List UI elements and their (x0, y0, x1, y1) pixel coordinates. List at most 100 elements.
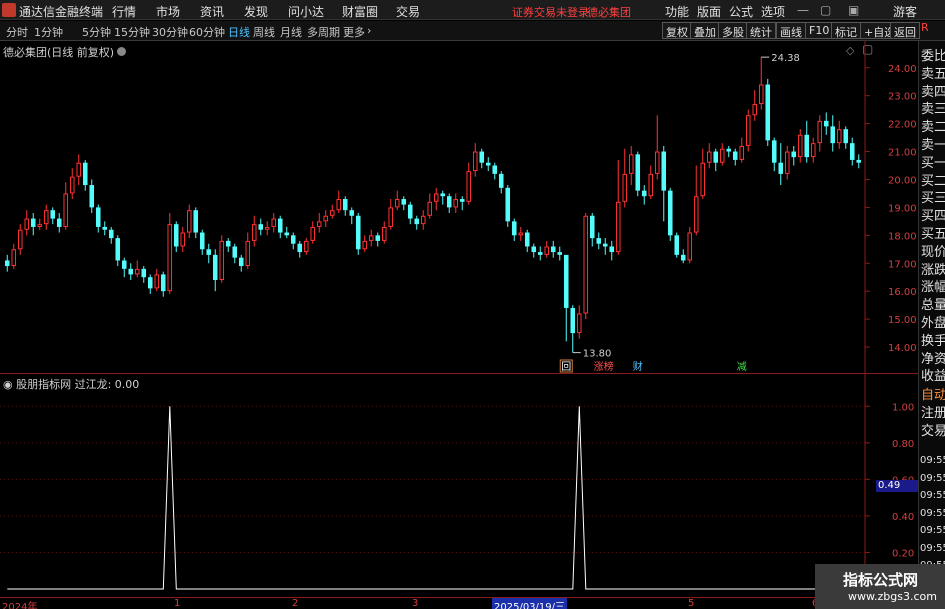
quote-panel-label[interactable]: 注册 (921, 402, 945, 421)
quote-panel-label[interactable]: 卖四 (921, 81, 945, 100)
app-title: 通达信金融终端 (19, 5, 104, 19)
indicator-tick-label: 0.80 (892, 439, 914, 450)
period-monthly[interactable]: 月线 (280, 24, 302, 40)
quote-panel-label[interactable]: 卖五 (921, 63, 945, 82)
date-label: 5 (688, 598, 695, 609)
price-tick-label: 16.00 (888, 287, 917, 298)
user-label[interactable]: 游客 (893, 3, 917, 20)
menu-layout[interactable]: 版面 (697, 3, 721, 20)
period-multi[interactable]: 多周期 (307, 24, 340, 40)
quote-panel-label[interactable]: 换手 (921, 330, 945, 349)
quote-panel-label[interactable]: 买五 (921, 223, 945, 242)
menu-wealth[interactable]: 财富圈 (342, 3, 378, 20)
quote-panel-label[interactable]: 买一 (921, 152, 945, 171)
draw-button[interactable]: 画线 (776, 22, 806, 39)
quote-panel-label[interactable]: 涨跌 (921, 259, 945, 278)
menu-market[interactable]: 市场 (156, 3, 180, 20)
candle-body-down (141, 268, 147, 278)
candle-body-down (4, 260, 10, 267)
candle-body-down (199, 232, 205, 250)
quote-panel-label[interactable]: 涨幅 (921, 276, 945, 295)
period-more[interactable]: 更多 (343, 24, 365, 40)
candle-body-up (17, 229, 23, 250)
event-marker[interactable]: 财 (633, 360, 643, 373)
candle-body-down (498, 173, 504, 188)
candle-body-down (635, 154, 641, 191)
period-30min[interactable]: 30分钟 (152, 24, 188, 40)
quote-panel-label[interactable]: 卖三 (921, 98, 945, 117)
minimize-icon[interactable]: — (797, 3, 809, 17)
quote-panel-label[interactable]: 外盘 (921, 312, 945, 331)
indicator-chart[interactable]: 1.000.800.600.400.20 (0, 374, 918, 597)
candle-body-down (563, 254, 569, 308)
period-60min[interactable]: 60分钟 (189, 24, 225, 40)
menu-news[interactable]: 资讯 (200, 3, 224, 20)
multi-stock-button[interactable]: 多股 (718, 22, 748, 39)
chevron-right-icon[interactable]: › (367, 24, 371, 37)
period-daily[interactable]: 日线 (228, 24, 250, 40)
menu-formula[interactable]: 公式 (729, 3, 753, 20)
event-marker[interactable]: 回 (561, 361, 571, 373)
candle-body-down (641, 190, 647, 197)
restore-icon[interactable]: ▣ (848, 3, 859, 17)
stats-button[interactable]: 统计 (746, 22, 776, 39)
candle-body-down (401, 199, 407, 205)
quote-panel-label[interactable]: 买四 (921, 205, 945, 224)
candle-body-up (433, 193, 439, 202)
maximize-icon[interactable]: ▢ (820, 3, 831, 17)
quote-panel-label[interactable]: 买三 (921, 187, 945, 206)
menu-options[interactable]: 选项 (761, 3, 785, 20)
candle-body-down (238, 257, 244, 267)
menu-function[interactable]: 功能 (665, 3, 689, 20)
price-tick-label: 20.00 (888, 175, 917, 186)
candle-body-up (37, 224, 43, 227)
candle-body-down (596, 238, 602, 244)
menu-trade[interactable]: 交易 (396, 3, 420, 20)
quote-panel-label[interactable]: 卖一 (921, 134, 945, 153)
candle-body-up (24, 218, 30, 230)
candle-body-up (219, 240, 225, 281)
event-marker[interactable]: 减 (737, 361, 747, 373)
quote-panel-label[interactable]: 交易 (921, 420, 945, 439)
period-1min[interactable]: 1分钟 (34, 24, 63, 40)
indicator-tick-label: 0.40 (892, 512, 914, 523)
candle-body-down (414, 218, 420, 225)
period-toolbar: 分时 1分钟 5分钟 15分钟 30分钟 60分钟 日线 周线 月线 多周期 更… (0, 21, 945, 41)
candle-body-up (251, 224, 257, 241)
menu-ask[interactable]: 问小达 (288, 3, 324, 20)
quote-panel-label[interactable]: 委比 (921, 45, 945, 64)
event-marker[interactable]: 涨榜 (594, 360, 614, 373)
period-weekly[interactable]: 周线 (253, 24, 275, 40)
candle-body-down (297, 243, 303, 253)
f10-button[interactable]: F10 (805, 22, 834, 39)
quote-panel-label[interactable]: 现价 (921, 241, 945, 260)
quote-panel-label[interactable]: 买二 (921, 170, 945, 189)
app-logo-icon (2, 3, 16, 17)
candle-body-down (407, 204, 413, 219)
quote-panel-label[interactable]: 自动 (921, 384, 945, 403)
mark-button[interactable]: 标记 (831, 22, 861, 39)
candle-body-down (50, 210, 56, 219)
candle-body-down (667, 190, 673, 236)
candlestick-chart[interactable]: 24.00 23.00 22.00 21.00 20.00 19.00 18.00 17.00… (0, 41, 918, 373)
period-5min[interactable]: 5分钟 (82, 24, 111, 40)
quote-panel-label[interactable]: 卖二 (921, 116, 945, 135)
candle-body-down (823, 120, 829, 127)
quote-panel-label[interactable]: 收益 (921, 365, 945, 384)
period-15min[interactable]: 15分钟 (114, 24, 150, 40)
menu-discover[interactable]: 发现 (244, 3, 268, 20)
period-timeshare[interactable]: 分时 (6, 24, 28, 40)
quote-panel-label[interactable]: 总量 (921, 294, 945, 313)
candle-body-down (108, 229, 114, 239)
candle-body-up (622, 173, 628, 202)
low-price-label: 13.80 (583, 349, 612, 360)
adjust-button[interactable]: 复权 (662, 22, 692, 39)
candle-body-down (557, 252, 563, 255)
quote-panel-label[interactable]: 净资 (921, 348, 945, 367)
candle-body-down (95, 207, 101, 227)
overlay-button[interactable]: 叠加 (690, 22, 720, 39)
panel-r-icon[interactable]: R (921, 21, 929, 34)
menu-quotes[interactable]: 行情 (112, 3, 136, 20)
back-button[interactable]: 返回 (890, 22, 920, 39)
candle-body-down (492, 165, 498, 174)
